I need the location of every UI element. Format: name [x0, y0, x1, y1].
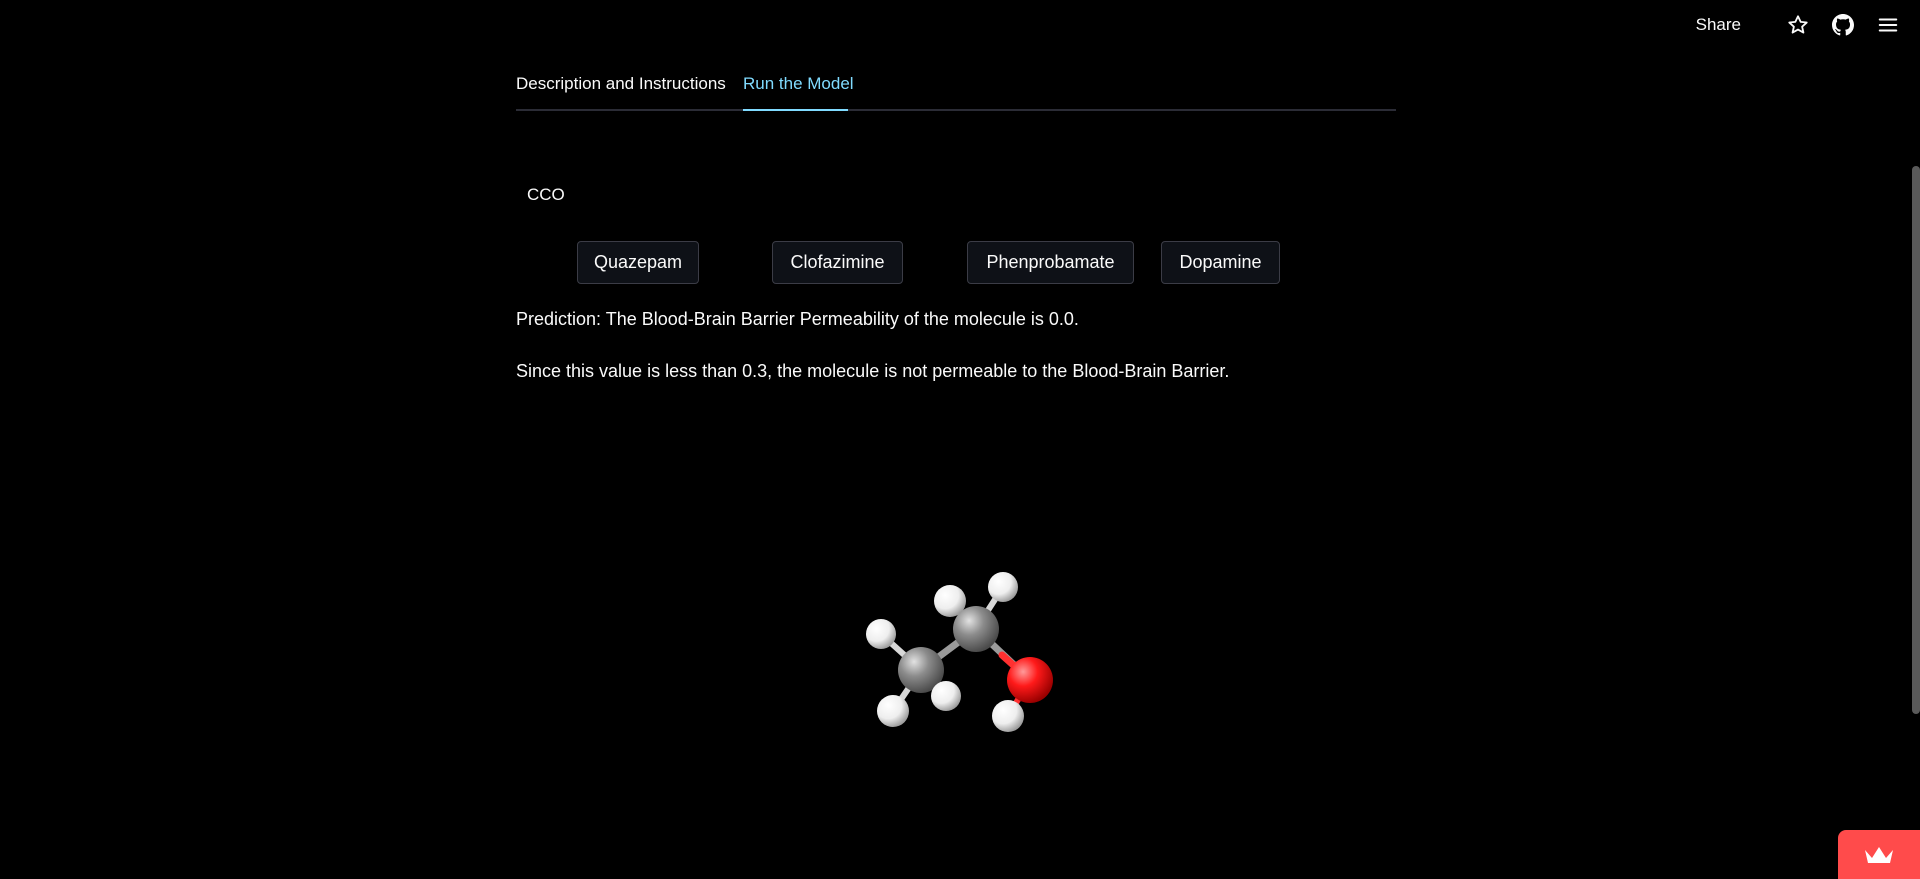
- github-icon[interactable]: [1831, 13, 1855, 37]
- oxygen-atom: [1007, 657, 1053, 703]
- active-tab-indicator: [743, 109, 848, 111]
- clofazimine-button[interactable]: Clofazimine: [772, 241, 903, 284]
- page-scrollbar[interactable]: [1912, 166, 1920, 714]
- tab-run-model[interactable]: Run the Model: [743, 74, 854, 94]
- star-icon[interactable]: [1786, 13, 1810, 37]
- phenprobamate-button[interactable]: Phenprobamate: [967, 241, 1134, 284]
- hamburger-menu-icon[interactable]: [1876, 13, 1900, 37]
- smiles-input[interactable]: CCO: [527, 185, 565, 205]
- molecule-viewer[interactable]: [850, 560, 1070, 750]
- tab-bar: Description and Instructions Run the Mod…: [516, 64, 1396, 111]
- hydrogen-atom: [866, 619, 896, 649]
- explanation-text: Since this value is less than 0.3, the m…: [516, 361, 1230, 381]
- quazepam-button[interactable]: Quazepam: [577, 241, 699, 284]
- hydrogen-atom: [988, 572, 1018, 602]
- crown-badge-button[interactable]: [1838, 830, 1920, 879]
- hydrogen-atom: [931, 681, 961, 711]
- carbon-atom: [953, 606, 999, 652]
- top-toolbar: Share: [1696, 0, 1920, 50]
- prediction-text: Prediction: The Blood-Brain Barrier Perm…: [516, 309, 1079, 329]
- dopamine-button[interactable]: Dopamine: [1161, 241, 1280, 284]
- tab-description[interactable]: Description and Instructions: [516, 74, 726, 94]
- share-button[interactable]: Share: [1696, 15, 1741, 35]
- hydrogen-atom: [877, 695, 909, 727]
- molecule-model: [866, 572, 1053, 732]
- hydrogen-atom: [992, 700, 1024, 732]
- crown-icon: [1865, 846, 1893, 863]
